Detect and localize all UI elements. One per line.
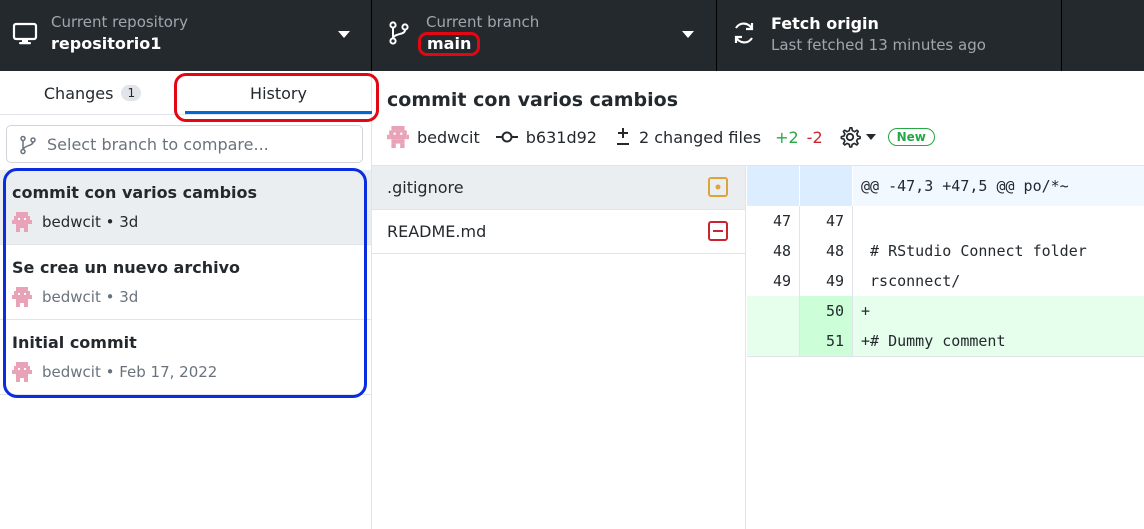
commit-author: bedwcit <box>417 127 480 147</box>
changed-files-count: 2 changed files <box>638 127 762 147</box>
commit-meta: bedwcit • Feb 17, 2022 <box>42 363 218 381</box>
branch-name: main <box>418 32 481 56</box>
commit-summary-meta: bedwcit b631d92 2 changed files +2 -2 Ne… <box>387 126 943 148</box>
sync-icon <box>734 22 754 44</box>
commit-list-item[interactable]: Se crea un nuevo archivo bedwcit • 3d <box>0 245 371 320</box>
branch-compare-placeholder: Select branch to compare... <box>47 134 269 154</box>
commit-summary-header: commit con varios cambios bedwcit b631d9… <box>372 71 1144 166</box>
file-list-item[interactable]: .gitignore <box>372 166 745 210</box>
diff-hunk-header[interactable]: @@ -47,3 +47,5 @@ po/*~ <box>747 166 1144 206</box>
branch-dropdown-icon <box>682 31 694 38</box>
diff-line-text: +# Dummy comment <box>861 332 1006 350</box>
commit-list-item[interactable]: commit con varios cambios bedwcit • 3d <box>0 170 371 245</box>
file-list-item[interactable]: README.md <box>372 210 745 254</box>
avatar-icon <box>12 287 32 307</box>
branch-compare-input[interactable]: Select branch to compare... <box>6 125 363 163</box>
commit-meta: bedwcit • 3d <box>42 213 139 231</box>
diff-view: @@ -47,3 +47,5 @@ po/*~ 47 47 48 48 # RS… <box>747 166 1144 529</box>
old-line-number: 48 <box>747 236 800 266</box>
new-line-number: 48 <box>800 236 853 266</box>
file-name: .gitignore <box>387 178 464 197</box>
old-line-number: 49 <box>747 266 800 296</box>
repository-dropdown-icon <box>338 31 350 38</box>
git-branch-icon <box>389 21 409 45</box>
old-line-number <box>747 326 800 356</box>
commit-title: commit con varios cambios <box>12 183 258 202</box>
gear-icon <box>840 127 861 148</box>
diff-line-added[interactable]: 50 + <box>747 296 1144 326</box>
new-badge: New <box>887 128 935 146</box>
history-tab-highlight <box>174 73 379 122</box>
diff-line-text: # RStudio Connect folder <box>861 242 1087 260</box>
changes-count-badge: 1 <box>121 85 142 101</box>
old-line-number: 47 <box>747 206 800 236</box>
new-line-number: 47 <box>800 206 853 236</box>
new-line-number <box>800 166 853 206</box>
diff-line-text: + <box>861 302 871 320</box>
repository-selector[interactable]: Current repository repositorio1 <box>0 0 372 71</box>
new-line-number: 50 <box>800 296 853 326</box>
file-name: README.md <box>387 222 487 241</box>
commit-summary-title: commit con varios cambios <box>387 89 679 111</box>
commit-list-item[interactable]: Initial commit bedwcit • Feb 17, 2022 <box>0 320 371 395</box>
avatar-icon <box>387 126 409 148</box>
repository-name: repositorio1 <box>51 34 162 53</box>
new-line-number: 49 <box>800 266 853 296</box>
commit-meta: bedwcit • 3d <box>42 288 139 306</box>
last-fetched-text: Last fetched 13 minutes ago <box>771 36 986 54</box>
git-branch-icon <box>20 135 36 155</box>
deletions-count: -2 <box>806 127 823 147</box>
branch-selector[interactable]: Current branch main <box>372 0 717 71</box>
diff-icon <box>616 128 629 145</box>
avatar-icon <box>12 212 32 232</box>
hunk-text: @@ -47,3 +47,5 @@ po/*~ <box>861 177 1069 195</box>
file-deleted-icon <box>708 221 728 241</box>
repository-label: Current repository <box>51 13 188 31</box>
desktop-icon <box>12 22 38 45</box>
branch-label: Current branch <box>426 13 540 31</box>
changed-files-list: .gitignore README.md <box>372 166 746 529</box>
sidebar: Changes 1 History Select branch to compa… <box>0 71 379 529</box>
diff-settings-button[interactable] <box>839 126 876 148</box>
old-line-number <box>747 166 800 206</box>
commit-sha[interactable]: b631d92 <box>526 128 597 147</box>
chevron-down-icon <box>865 134 876 140</box>
diff-line[interactable]: 49 49 rsconnect/ <box>747 266 1144 296</box>
tab-changes-label: Changes <box>43 83 114 103</box>
additions-count: +2 <box>775 127 799 147</box>
fetch-origin-button[interactable]: Fetch origin Last fetched 13 minutes ago <box>717 0 1062 71</box>
commit-title: Initial commit <box>12 333 137 352</box>
new-line-number: 51 <box>800 326 853 356</box>
diff-line-text <box>853 206 861 236</box>
diff-line-added[interactable]: 51 +# Dummy comment <box>747 326 1144 356</box>
tab-changes[interactable]: Changes 1 <box>0 71 185 115</box>
diff-line[interactable]: 47 47 <box>747 206 1144 236</box>
diff-line-text: rsconnect/ <box>861 272 961 290</box>
toolbar: Current repository repositorio1 Current … <box>0 0 1144 71</box>
old-line-number <box>747 296 800 326</box>
avatar-icon <box>12 362 32 382</box>
file-modified-icon <box>708 177 728 197</box>
commit-list: commit con varios cambios bedwcit • 3d S… <box>0 170 371 395</box>
fetch-origin-title: Fetch origin <box>771 14 879 33</box>
diff-line[interactable]: 48 48 # RStudio Connect folder <box>747 236 1144 266</box>
commit-icon <box>495 131 518 143</box>
diff-divider <box>747 356 1144 357</box>
commit-title: Se crea un nuevo archivo <box>12 258 240 277</box>
